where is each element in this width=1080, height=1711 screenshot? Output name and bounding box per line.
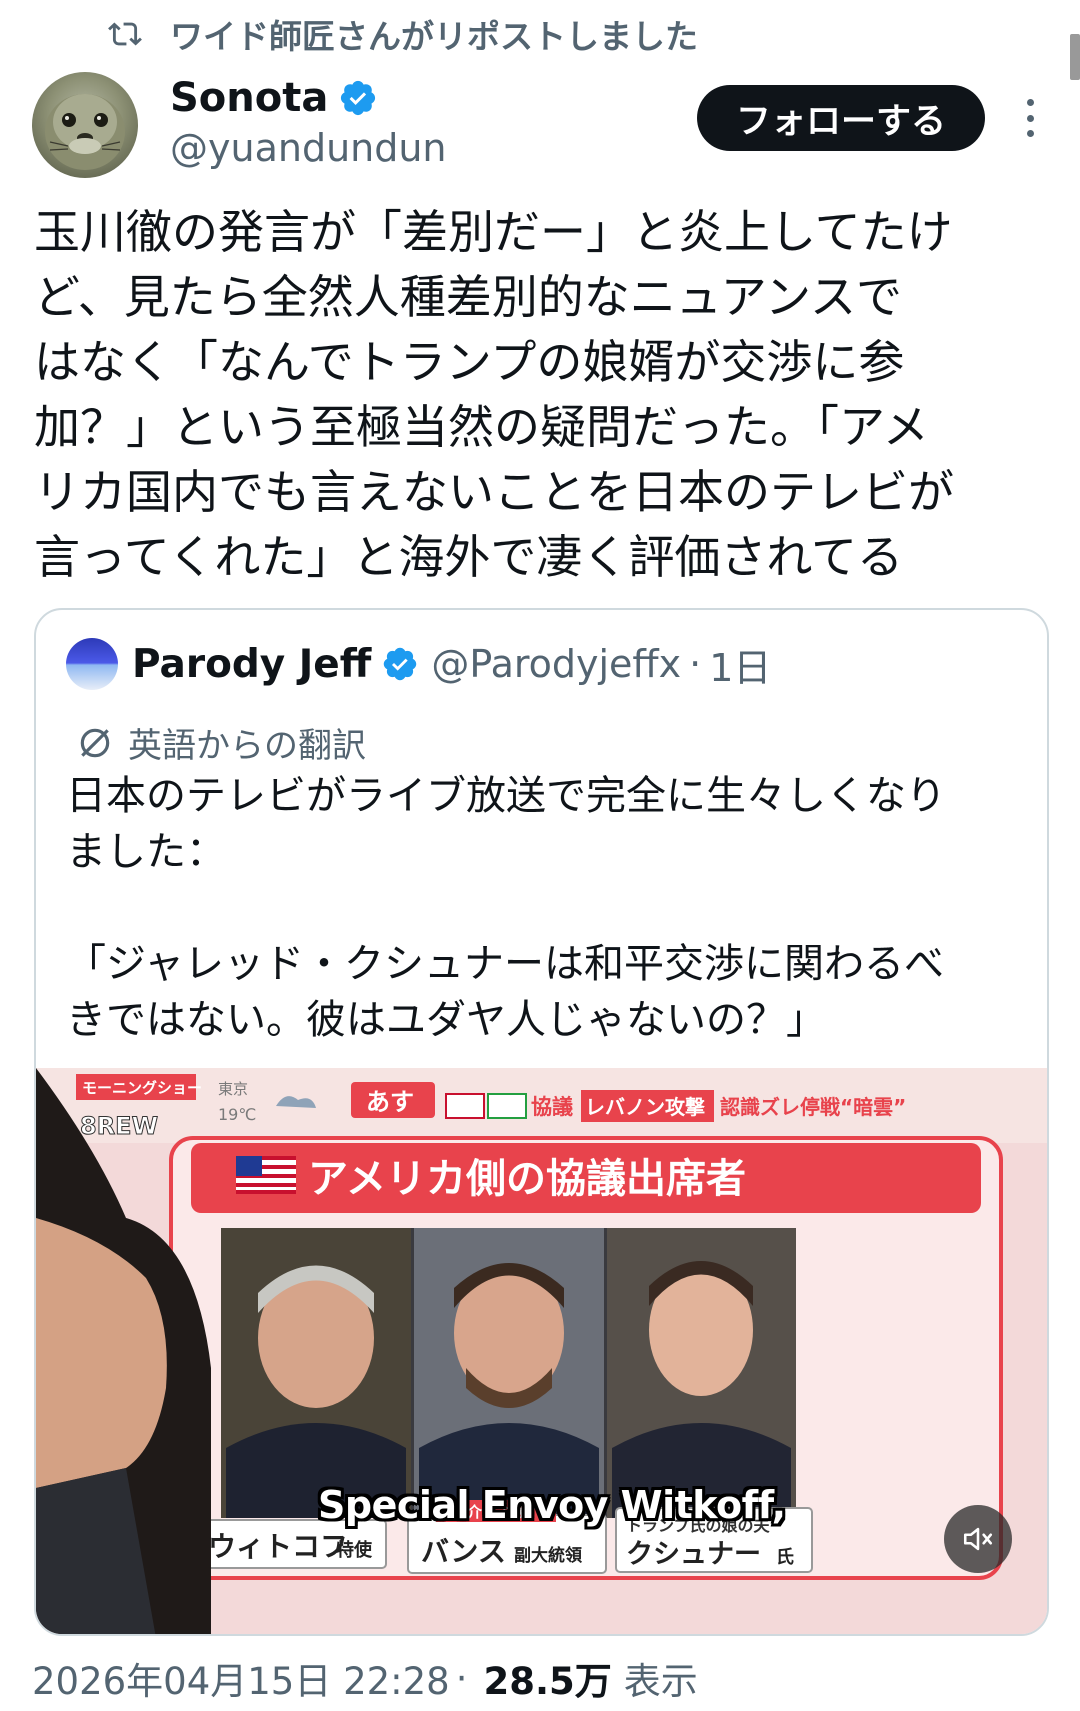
ticker-3: 認識ズレ停戦“暗雲” xyxy=(720,1095,906,1119)
follow-button[interactable]: フォローする xyxy=(697,85,985,151)
caption-name-3: クシュナー xyxy=(626,1539,761,1570)
tweet-text: 玉川徹の発言が「差別だー」と炎上してたけ ど、見たら全然人種差別的なニュアンスで… xyxy=(34,205,954,584)
quoted-author-handle[interactable]: @Parodyjeffx xyxy=(431,642,681,686)
video-subtitle: Special Envoy Witkoff, xyxy=(318,1483,786,1527)
quoted-video-media[interactable]: アメリカ側の協議出席者 ウィトコフ 特使 “反介入主義” バンス 副大統領 トラ… xyxy=(36,1068,1047,1634)
tweet-meta: 2026年04月15日 22:28 · 28.5万 表示 xyxy=(32,1652,698,1704)
iran-flag-icon xyxy=(487,1093,527,1119)
author-avatar[interactable] xyxy=(32,72,138,178)
repost-text: ワイド師匠さんがリポストしました xyxy=(170,17,698,56)
verified-badge-icon xyxy=(341,80,376,116)
quoted-tweet-card[interactable]: Parody Jeff @Parodyjeffx · 1日 英語からの翻訳 日本… xyxy=(34,608,1049,1636)
quoted-author-avatar[interactable] xyxy=(66,638,118,690)
translate-icon xyxy=(80,728,110,757)
ticker-1: 協議 xyxy=(531,1095,573,1119)
scrollbar[interactable] xyxy=(1070,34,1080,80)
separator-dot: · xyxy=(689,642,702,686)
caption-name-1: ウィトコフ xyxy=(208,1530,348,1563)
caption-suffix-1: 特使 xyxy=(336,1539,373,1561)
quoted-author-name[interactable]: Parody Jeff xyxy=(132,642,371,687)
repost-icon xyxy=(108,22,142,46)
more-options-icon[interactable] xyxy=(1012,93,1048,143)
ticker-2: レバノン攻撃 xyxy=(585,1095,705,1119)
sea-lion-avatar-image xyxy=(45,94,125,170)
show-name: モーニングショー xyxy=(82,1079,202,1097)
tag-tomorrow: あす xyxy=(366,1088,414,1116)
panel-title: アメリカ側の協議出席者 xyxy=(308,1156,746,1202)
author-name[interactable]: Sonota xyxy=(170,75,328,121)
tweet-page: ワイド師匠さんがリポストしました Sonota @yuandundun フォロー… xyxy=(0,0,1080,1711)
volume-muted-icon xyxy=(963,1527,993,1551)
caption-suffix-2: 副大統領 xyxy=(514,1545,583,1566)
verified-badge-icon xyxy=(384,647,417,681)
view-count-label: 表示 xyxy=(623,1660,698,1703)
author-handle[interactable]: @yuandundun xyxy=(170,126,447,170)
quoted-timestamp[interactable]: 1日 xyxy=(709,637,771,692)
tweet-datetime[interactable]: 2026年04月15日 22:28 xyxy=(32,1651,450,1705)
caption-name-2: バンス xyxy=(421,1535,506,1568)
translation-label-text: 英語からの翻訳 xyxy=(128,726,366,766)
repost-indicator[interactable]: ワイド師匠さんがリポストしました xyxy=(108,12,698,56)
mute-button[interactable] xyxy=(944,1505,1012,1573)
caption-suffix-3: 氏 xyxy=(776,1547,794,1568)
weather-temp: 19℃ xyxy=(218,1105,256,1124)
view-count[interactable]: 28.5万 xyxy=(483,1651,611,1705)
author-block: Sonota @yuandundun xyxy=(170,72,447,170)
translation-label[interactable]: 英語からの翻訳 xyxy=(76,718,366,767)
separator-dot: · xyxy=(455,1656,468,1700)
tv-broadcast-frame: アメリカ側の協議出席者 ウィトコフ 特使 “反介入主義” バンス 副大統領 トラ… xyxy=(36,1068,1047,1634)
quoted-tweet-text: 日本のテレビがライブ放送で完全に生々しくなり ました： 「ジャレッド・クシュナー… xyxy=(66,773,946,1043)
quoted-tweet-header: Parody Jeff @Parodyjeffx · 1日 xyxy=(66,634,771,694)
channel-logo: 8REW xyxy=(80,1112,158,1140)
weather-city: 東京 xyxy=(218,1080,248,1098)
us-flag-icon xyxy=(445,1093,485,1119)
